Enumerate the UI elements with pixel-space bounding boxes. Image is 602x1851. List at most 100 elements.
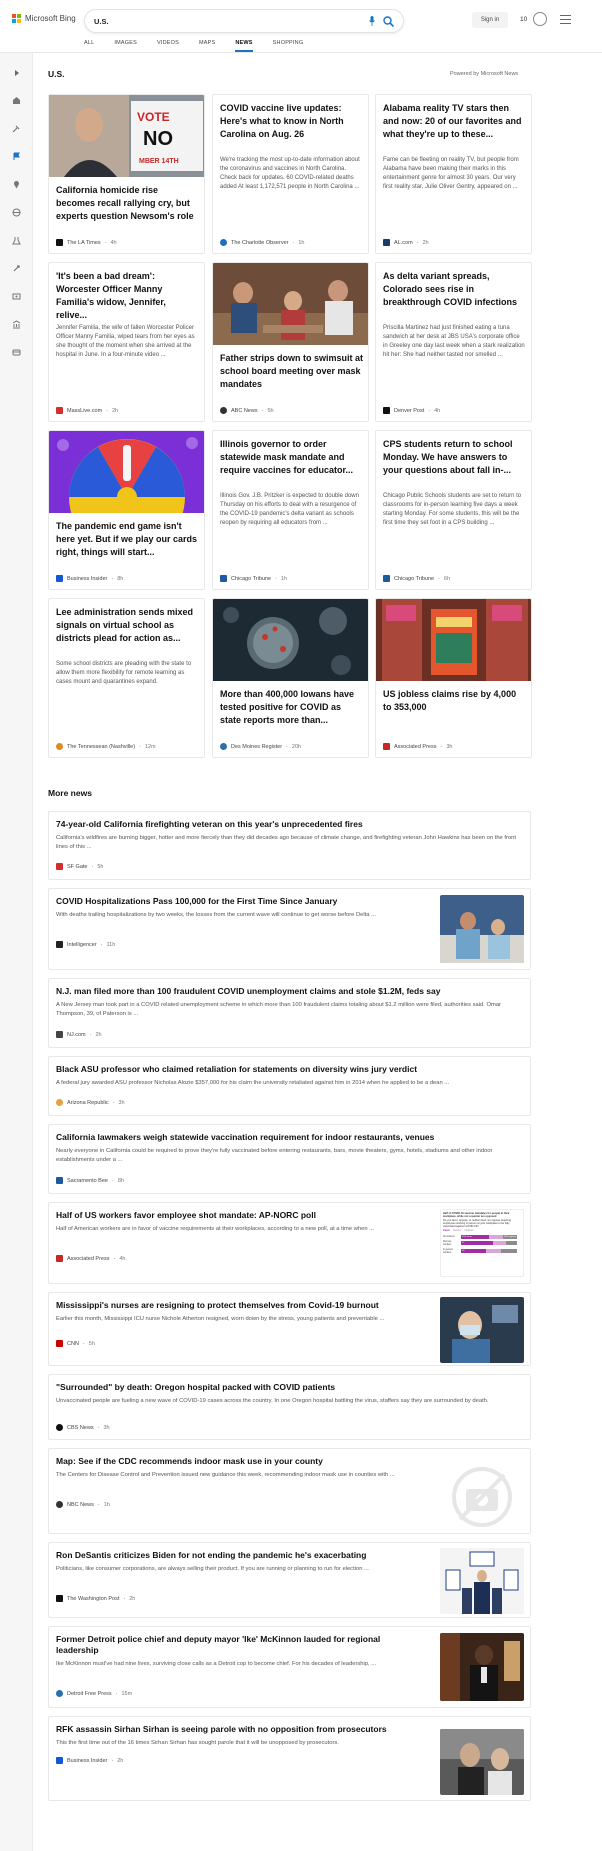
news-list-item[interactable]: California lawmakers weigh statewide vac…	[48, 1124, 531, 1194]
sign-in-button[interactable]: Sign in	[472, 12, 508, 28]
news-source[interactable]: Intelligencer · 11h	[56, 941, 115, 948]
card-source[interactable]: ABC News · 5h	[220, 407, 274, 414]
news-source[interactable]: Detroit Free Press · 15m	[56, 1690, 132, 1697]
money-icon[interactable]	[11, 319, 22, 330]
news-list-item[interactable]: Map: See if the CDC recommends indoor ma…	[48, 1448, 531, 1534]
tools-icon[interactable]	[11, 123, 22, 134]
news-list-item[interactable]: N.J. man filed more than 100 fraudulent …	[48, 978, 531, 1048]
news-list-item[interactable]: Ron DeSantis criticizes Biden for not en…	[48, 1542, 531, 1618]
news-source[interactable]: CNN · 5h	[56, 1340, 95, 1347]
news-card[interactable]: US jobless claims rise by 4,000 to 353,0…	[375, 598, 532, 758]
powered-by-label[interactable]: Powered by Microsoft News	[450, 71, 518, 77]
news-title[interactable]: Map: See if the CDC recommends indoor ma…	[56, 1456, 426, 1467]
tab-videos[interactable]: VIDEOS	[157, 40, 179, 52]
tab-all[interactable]: ALL	[84, 40, 94, 52]
search-icon[interactable]	[383, 16, 394, 27]
card-title[interactable]: Alabama reality TV stars then and now: 2…	[383, 102, 526, 141]
news-card[interactable]: Illinois governor to order statewide mas…	[212, 430, 369, 590]
news-source[interactable]: Business Insider · 2h	[56, 1757, 123, 1764]
news-title[interactable]: 74-year-old California firefighting vete…	[56, 819, 521, 830]
news-card[interactable]: Alabama reality TV stars then and now: 2…	[375, 94, 532, 254]
card-source[interactable]: Business Insider · 8h	[56, 575, 123, 582]
news-source[interactable]: The Washington Post · 2h	[56, 1595, 135, 1602]
news-card[interactable]: Father strips down to swimsuit at school…	[212, 262, 369, 422]
card-source[interactable]: Denver Post · 4h	[383, 407, 440, 414]
tab-images[interactable]: IMAGES	[114, 40, 137, 52]
news-title[interactable]: Mississippi's nurses are resigning to pr…	[56, 1300, 426, 1311]
news-source[interactable]: NJ.com · 2h	[56, 1031, 102, 1038]
news-source[interactable]: Associated Press · 4h	[56, 1255, 125, 1262]
search-box[interactable]	[84, 9, 404, 33]
news-source[interactable]: CBS News · 3h	[56, 1424, 110, 1431]
news-list-item[interactable]: Former Detroit police chief and deputy m…	[48, 1626, 531, 1708]
news-title[interactable]: Half of US workers favor employee shot m…	[56, 1210, 426, 1221]
home-icon[interactable]	[11, 95, 22, 106]
news-card[interactable]: CPS students return to school Monday. We…	[375, 430, 532, 590]
card-source[interactable]: Chicago Tribune · 6h	[383, 575, 450, 582]
card-title[interactable]: As delta variant spreads, Colorado sees …	[383, 270, 526, 309]
card-title[interactable]: The pandemic end game isn't here yet. Bu…	[56, 520, 199, 559]
news-card[interactable]: VOTE NO MBER 14TH California homicide ri…	[48, 94, 205, 254]
news-list-item[interactable]: Black ASU professor who claimed retaliat…	[48, 1056, 531, 1116]
rewards-count[interactable]: 10	[520, 16, 527, 23]
news-source[interactable]: Sacramento Bee · 8h	[56, 1177, 124, 1184]
news-list-item[interactable]: "Surrounded" by death: Oregon hospital p…	[48, 1374, 531, 1440]
news-list-item[interactable]: 74-year-old California firefighting vete…	[48, 811, 531, 880]
card-source[interactable]: The Charlotte Observer · 1h	[220, 239, 304, 246]
sports-icon[interactable]	[11, 347, 22, 358]
news-list-item[interactable]: RFK assassin Sirhan Sirhan is seeing par…	[48, 1716, 531, 1801]
news-source[interactable]: SF Gate · 5h	[56, 863, 103, 870]
card-source[interactable]: The Tennessean (Nashville) · 12m	[56, 743, 156, 750]
bing-logo[interactable]: Microsoft Bing	[12, 14, 76, 23]
expand-icon[interactable]	[11, 67, 22, 78]
source-name: MassLive.com	[67, 407, 103, 414]
news-list-item[interactable]: Mississippi's nurses are resigning to pr…	[48, 1292, 531, 1366]
news-card[interactable]: More than 400,000 Iowans have tested pos…	[212, 598, 369, 758]
card-source[interactable]: Associated Press · 3h	[383, 743, 452, 750]
card-title[interactable]: CPS students return to school Monday. We…	[383, 438, 526, 477]
card-title[interactable]: US jobless claims rise by 4,000 to 353,0…	[383, 688, 526, 714]
tab-news[interactable]: NEWS	[235, 40, 253, 52]
tab-maps[interactable]: MAPS	[199, 40, 215, 52]
card-source[interactable]: MassLive.com · 2h	[56, 407, 118, 414]
news-card[interactable]: Lee administration sends mixed signals o…	[48, 598, 205, 758]
news-title[interactable]: "Surrounded" by death: Oregon hospital p…	[56, 1382, 521, 1393]
card-title[interactable]: COVID vaccine live updates: Here's what …	[220, 102, 363, 141]
card-source[interactable]: AL.com · 2h	[383, 239, 429, 246]
news-source[interactable]: NBC News · 1h	[56, 1501, 110, 1508]
card-title[interactable]: Lee administration sends mixed signals o…	[56, 606, 199, 645]
card-source[interactable]: The LA Times · 4h	[56, 239, 117, 246]
flag-icon[interactable]	[11, 151, 22, 162]
tab-shopping[interactable]: SHOPPING	[273, 40, 304, 52]
news-list-item[interactable]: COVID Hospitalizations Pass 100,000 for …	[48, 888, 531, 970]
news-title[interactable]: Black ASU professor who claimed retaliat…	[56, 1064, 521, 1075]
news-list-item[interactable]: Half of US workers favor employee shot m…	[48, 1202, 531, 1284]
card-title[interactable]: Illinois governor to order statewide mas…	[220, 438, 363, 477]
news-source[interactable]: Arizona Republic · 3h	[56, 1099, 125, 1106]
rewards-icon[interactable]	[533, 12, 547, 26]
news-title[interactable]: Ron DeSantis criticizes Biden for not en…	[56, 1550, 426, 1561]
location-icon[interactable]	[11, 179, 22, 190]
news-title[interactable]: N.J. man filed more than 100 fraudulent …	[56, 986, 521, 997]
news-card[interactable]: The pandemic end game isn't here yet. Bu…	[48, 430, 205, 590]
card-title[interactable]: California homicide rise becomes recall …	[56, 184, 199, 223]
news-title[interactable]: Former Detroit police chief and deputy m…	[56, 1634, 411, 1656]
card-source[interactable]: Chicago Tribune · 1h	[220, 575, 287, 582]
card-title[interactable]: 'It's been a bad dream': Worcester Offic…	[56, 270, 199, 322]
news-card[interactable]: COVID vaccine live updates: Here's what …	[212, 94, 369, 254]
rocket-icon[interactable]	[11, 263, 22, 274]
card-title[interactable]: Father strips down to swimsuit at school…	[220, 352, 363, 391]
news-title[interactable]: California lawmakers weigh statewide vac…	[56, 1132, 521, 1143]
card-title[interactable]: More than 400,000 Iowans have tested pos…	[220, 688, 363, 727]
menu-icon[interactable]	[560, 15, 571, 24]
news-card[interactable]: 'It's been a bad dream': Worcester Offic…	[48, 262, 205, 422]
globe-icon[interactable]	[11, 207, 22, 218]
card-source[interactable]: Des Moines Register · 20h	[220, 743, 301, 750]
search-input[interactable]	[94, 15, 344, 28]
microphone-icon[interactable]	[369, 16, 375, 26]
news-card[interactable]: As delta variant spreads, Colorado sees …	[375, 262, 532, 422]
news-title[interactable]: COVID Hospitalizations Pass 100,000 for …	[56, 896, 426, 907]
science-icon[interactable]	[11, 235, 22, 246]
news-title[interactable]: RFK assassin Sirhan Sirhan is seeing par…	[56, 1724, 426, 1735]
entertainment-icon[interactable]	[11, 291, 22, 302]
